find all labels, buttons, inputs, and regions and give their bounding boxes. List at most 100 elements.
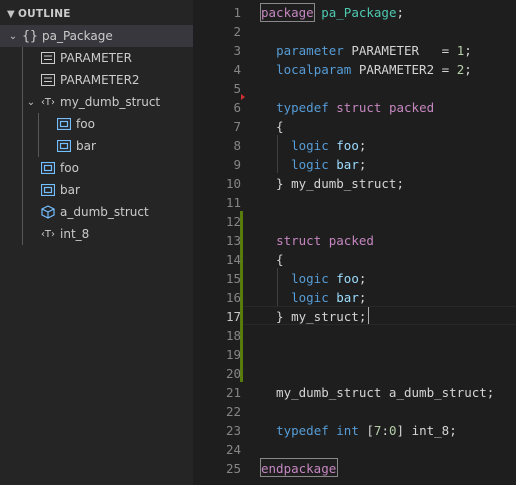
code-token: ;: [464, 62, 472, 77]
code-token: foo: [336, 271, 359, 286]
outline-item-parameter2[interactable]: PARAMETER2: [0, 69, 193, 91]
code-token: package: [261, 5, 314, 20]
line-number[interactable]: 16: [193, 288, 241, 307]
code-line[interactable]: } my_struct;: [261, 307, 366, 326]
code-token: pa_Package: [321, 5, 397, 20]
outline-item-label: foo: [60, 161, 79, 175]
code-token: endpackage: [261, 461, 337, 476]
line-number[interactable]: 12: [193, 212, 241, 231]
outline-item-int-8[interactable]: ‹T› int_8: [0, 223, 193, 245]
code-token: logic: [291, 138, 329, 153]
line-number[interactable]: 13: [193, 231, 241, 250]
outline-item-parameter[interactable]: PARAMETER: [0, 47, 193, 69]
code-line[interactable]: {: [261, 117, 284, 136]
outline-item-label: PARAMETER2: [60, 73, 140, 87]
outline-item-a-dumb-struct[interactable]: a_dumb_struct: [0, 201, 193, 223]
outline-item-label: my_dumb_struct: [60, 95, 161, 109]
code-line[interactable]: parameter PARAMETER = 1;: [261, 41, 472, 60]
line-number[interactable]: 15: [193, 269, 241, 288]
code-token: packed: [388, 100, 435, 115]
outline-panel: ▼ OUTLINE ⌄ {} pa_Package PARAMETER PARA…: [0, 0, 193, 485]
line-number[interactable]: 6: [193, 98, 241, 117]
code-token: foo: [336, 138, 359, 153]
code-line[interactable]: logic foo;: [261, 269, 366, 288]
code-line[interactable]: endpackage: [261, 459, 336, 478]
code-token: struct: [276, 233, 322, 248]
line-number[interactable]: 21: [193, 383, 241, 402]
code-line[interactable]: package pa_Package;: [261, 3, 404, 22]
code-token: :: [381, 423, 389, 438]
code-line[interactable]: logic bar;: [261, 155, 366, 174]
outline-item-bar[interactable]: bar: [0, 135, 193, 157]
line-number[interactable]: 5: [193, 79, 241, 98]
outline-item-bar[interactable]: bar: [0, 179, 193, 201]
outline-header[interactable]: ▼ OUTLINE: [0, 0, 193, 28]
line-number[interactable]: 23: [193, 421, 241, 440]
line-number[interactable]: 20: [193, 364, 241, 383]
code-token: bar: [336, 157, 359, 172]
code-token: my_dumb_struct a_dumb_struct;: [261, 385, 495, 400]
code-token: ;: [358, 157, 367, 172]
line-number[interactable]: 25: [193, 459, 241, 478]
deleted-lines-marker: [241, 94, 245, 100]
line-number[interactable]: 24: [193, 440, 241, 459]
code-token: {: [261, 119, 284, 134]
line-number[interactable]: 8: [193, 136, 241, 155]
line-number[interactable]: 10: [193, 174, 241, 193]
code-line[interactable]: typedef int [7:0] int_8;: [261, 421, 457, 440]
code-token: ;: [464, 43, 472, 58]
line-number[interactable]: 14: [193, 250, 241, 269]
code-token: int: [336, 423, 359, 438]
outline-item-foo[interactable]: foo: [0, 113, 193, 135]
line-number[interactable]: 9: [193, 155, 241, 174]
code-line[interactable]: {: [261, 250, 284, 269]
line-number[interactable]: 11: [193, 193, 241, 212]
outline-item-foo[interactable]: foo: [0, 157, 193, 179]
line-number[interactable]: 1: [193, 3, 241, 22]
code-token: parameter: [276, 43, 344, 58]
line-number[interactable]: 4: [193, 60, 241, 79]
type-parameter-icon: ‹T›: [40, 228, 56, 240]
code-token: localparam: [276, 62, 352, 77]
braces-icon: {}: [22, 28, 38, 44]
outline-title: OUTLINE: [18, 8, 71, 20]
outline-item-my-dumb-struct[interactable]: ⌄ ‹T› my_dumb_struct: [0, 91, 193, 113]
line-number[interactable]: 18: [193, 326, 241, 345]
code-line[interactable]: logic foo;: [261, 136, 366, 155]
code-line[interactable]: my_dumb_struct a_dumb_struct;: [261, 383, 494, 402]
code-token: typedef: [276, 100, 329, 115]
code-token: struct: [336, 100, 382, 115]
code-line[interactable]: struct packed: [261, 231, 374, 250]
code-line[interactable]: localparam PARAMETER2 = 2;: [261, 60, 472, 79]
cube-icon: [40, 204, 56, 220]
code-token: ;: [358, 138, 367, 153]
line-number[interactable]: 2: [193, 22, 241, 41]
line-number[interactable]: 22: [193, 402, 241, 421]
code-token: bar: [336, 290, 359, 305]
code-token: 0: [388, 423, 397, 438]
outline-item-pa-package[interactable]: ⌄ {} pa_Package: [0, 25, 193, 47]
line-number[interactable]: 19: [193, 345, 241, 364]
line-number[interactable]: 17: [193, 307, 241, 326]
code-line[interactable]: } my_dumb_struct;: [261, 174, 404, 193]
outline-item-label: foo: [76, 117, 95, 131]
code-line[interactable]: typedef struct packed: [261, 98, 434, 117]
line-number[interactable]: 3: [193, 41, 241, 60]
outline-item-label: pa_Package: [42, 29, 113, 43]
code-token: } my_dumb_struct;: [261, 176, 404, 191]
outline-item-label: int_8: [60, 227, 90, 241]
text-caret: [368, 307, 369, 324]
code-line[interactable]: logic bar;: [261, 288, 366, 307]
code-token: packed: [328, 233, 374, 248]
line-number[interactable]: 7: [193, 117, 241, 136]
code-token: } my_struct;: [261, 309, 367, 324]
